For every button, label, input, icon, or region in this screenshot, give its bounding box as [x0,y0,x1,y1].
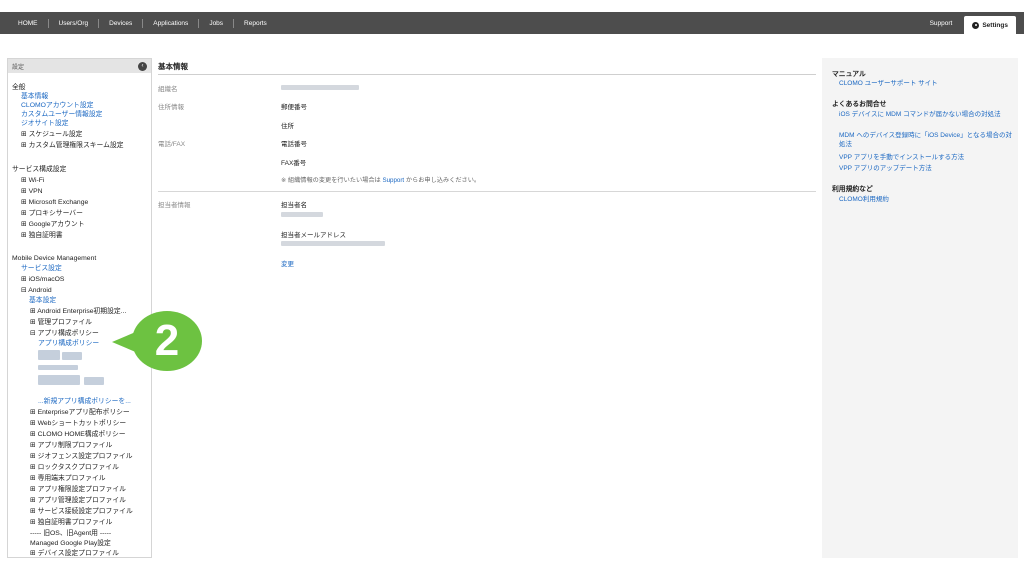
sidebar-tree-own-certificate[interactable]: ⊞ 独自証明書プロファイル [30,518,112,527]
faq-link-vpp-install[interactable]: VPP アプリを手動でインストールする方法 [839,154,1014,163]
nav-home[interactable]: HOME [8,18,49,28]
sidebar-tree-management-profile[interactable]: ⊞ 管理プロファイル [30,318,92,327]
terms-heading: 利用規約など [832,186,873,193]
note-support-link[interactable]: Support [382,177,404,184]
general-heading: 全般 [12,84,26,91]
sidebar-tree-geofence[interactable]: ⊞ ジオフェンス設定プロファイル [30,452,133,461]
terms-link[interactable]: CLOMO利用規約 [839,196,1014,205]
sidebar-tree-proxy[interactable]: ⊞ プロキシサーバー [21,209,83,218]
nav-reports[interactable]: Reports [234,19,277,28]
collapse-sidebar-icon[interactable]: ‹ [138,61,147,71]
page-title: 基本情報 [158,62,188,71]
sidebar-tree-certificate[interactable]: ⊞ 独自証明書 [21,231,63,240]
sidebar-tree-service-connection[interactable]: ⊞ サービス接続設定プロファイル [30,507,133,516]
sidebar-tree-google-account[interactable]: ⊞ Googleアカウント [21,220,85,229]
nav-jobs[interactable]: Jobs [199,18,235,28]
sidebar-tree-ios-macos[interactable]: ⊞ iOS/macOS [21,275,64,284]
redacted-item [38,375,80,385]
nav-users-org[interactable]: Users/Org [49,18,100,28]
contact-email-value [281,241,385,246]
sidebar-tree-lock-task[interactable]: ⊞ ロックタスクプロファイル [30,463,119,472]
sidebar-tree-android-enterprise[interactable]: ⊞ Android Enterprise初期設定... [30,307,126,316]
org-name-value [281,85,359,90]
redacted-item [38,365,78,370]
faq-link-mdm-command[interactable]: iOS デバイスに MDM コマンドが届かない場合の対処法 [839,111,1014,120]
sidebar-tree-app-config-policy[interactable]: ⊟ アプリ構成ポリシー [30,329,99,338]
nav-devices[interactable]: Devices [99,18,144,28]
faq-heading: よくあるお問合せ [832,101,887,108]
user-support-site-link[interactable]: CLOMO ユーザーサポート サイト [839,80,1014,89]
manual-heading: マニュアル [832,71,866,78]
top-nav-bar: HOME Users/Org Devices Applications Jobs… [0,12,1024,34]
redacted-item [84,377,104,385]
mdm-heading: Mobile Device Management [12,255,97,262]
address-label: 住所 [281,123,294,130]
postal-code-label: 郵便番号 [281,104,307,111]
legacy-separator: ----- 旧OS、旧Agent用 ----- [30,530,112,537]
sidebar-tree-wifi[interactable]: ⊞ Wi-Fi [21,176,44,185]
phone-label: 電話番号 [281,141,307,148]
managed-google-play-label: Managed Google Play設定 [30,540,111,547]
gear-icon [972,21,980,29]
contact-name-value [281,212,323,217]
sidebar-link-service-settings[interactable]: サービス設定 [21,264,62,273]
service-heading: サービス構成設定 [12,166,67,173]
sidebar-link-basic-info[interactable]: 基本情報 [21,92,48,101]
contact-email-label: 担当者メールアドレス [281,232,346,239]
faq-link-vpp-update[interactable]: VPP アプリのアップデート方法 [839,165,1014,174]
settings-label: Settings [982,21,1008,29]
contact-info-label: 担当者情報 [158,202,191,209]
section-divider [158,191,816,192]
sidebar-tree-custom-admin[interactable]: ⊞ カスタム管理権限スキーム設定 [21,141,124,150]
address-info-label: 住所情報 [158,104,184,111]
main-nav: HOME Users/Org Devices Applications Jobs… [8,12,277,34]
sidebar-tree-device-profile[interactable]: ⊞ デバイス設定プロファイル [30,549,119,557]
faq-link-ios-device[interactable]: MDM へのデバイス登録時に「iOS Device」となる場合の対処法 [839,132,1014,149]
change-request-note: ※ 組織情報の変更を行いたい場合は Support からお申し込みください。 [281,177,481,184]
sidebar-tree-exchange[interactable]: ⊞ Microsoft Exchange [21,198,88,207]
sidebar-tree-app-restriction[interactable]: ⊞ アプリ制限プロファイル [30,441,112,450]
sidebar-title: 設定 [12,64,25,71]
sidebar-link-android-basic[interactable]: 基本設定 [29,296,56,305]
phone-fax-label: 電話/FAX [158,141,186,148]
settings-sidebar: 設定 ‹ 全般 基本情報 CLOMOアカウント設定 カスタムユーザー情報設定 ジ… [7,58,152,558]
sidebar-tree-enterprise-app[interactable]: ⊞ Enterpriseアプリ配布ポリシー [30,408,130,417]
sidebar-link-geosite[interactable]: ジオサイト設定 [21,119,69,128]
sidebar-tree-app-permission[interactable]: ⊞ アプリ権限設定プロファイル [30,485,126,494]
title-divider [158,74,816,75]
nav-applications[interactable]: Applications [143,18,200,28]
redacted-item [62,352,82,360]
top-right-nav: Support Settings [918,12,1016,34]
redacted-item [38,350,60,360]
step-number-callout: 2 [132,311,202,371]
sidebar-tree-android[interactable]: ⊟ Android [21,286,52,295]
sidebar-tree-schedule[interactable]: ⊞ スケジュール設定 [21,130,82,139]
sidebar-tree-vpn[interactable]: ⊞ VPN [21,187,43,196]
fax-label: FAX番号 [281,160,307,167]
sidebar-tree-app-management[interactable]: ⊞ アプリ管理設定プロファイル [30,496,126,505]
sidebar-tree-web-shortcut[interactable]: ⊞ Webショートカットポリシー [30,419,126,428]
support-link[interactable]: Support [918,20,965,27]
sidebar-header: 設定 ‹ [8,59,151,73]
settings-tab[interactable]: Settings [964,16,1016,34]
sidebar-tree-dedicated-device[interactable]: ⊞ 専用端末プロファイル [30,474,106,483]
sidebar-link-new-app-config[interactable]: ...新規アプリ構成ポリシーを... [38,397,131,406]
org-name-label: 組織名 [158,86,178,93]
contact-name-label: 担当者名 [281,202,307,209]
help-panel: マニュアル CLOMO ユーザーサポート サイト よくあるお問合せ iOS デバ… [822,58,1018,558]
change-link[interactable]: 変更 [281,258,294,268]
sidebar-link-clomo-account[interactable]: CLOMOアカウント設定 [21,101,94,110]
sidebar-link-app-config-policy[interactable]: アプリ構成ポリシー [38,339,99,348]
sidebar-tree-clomo-home[interactable]: ⊞ CLOMO HOME構成ポリシー [30,430,126,439]
sidebar-link-custom-user-info[interactable]: カスタムユーザー情報設定 [21,110,102,119]
